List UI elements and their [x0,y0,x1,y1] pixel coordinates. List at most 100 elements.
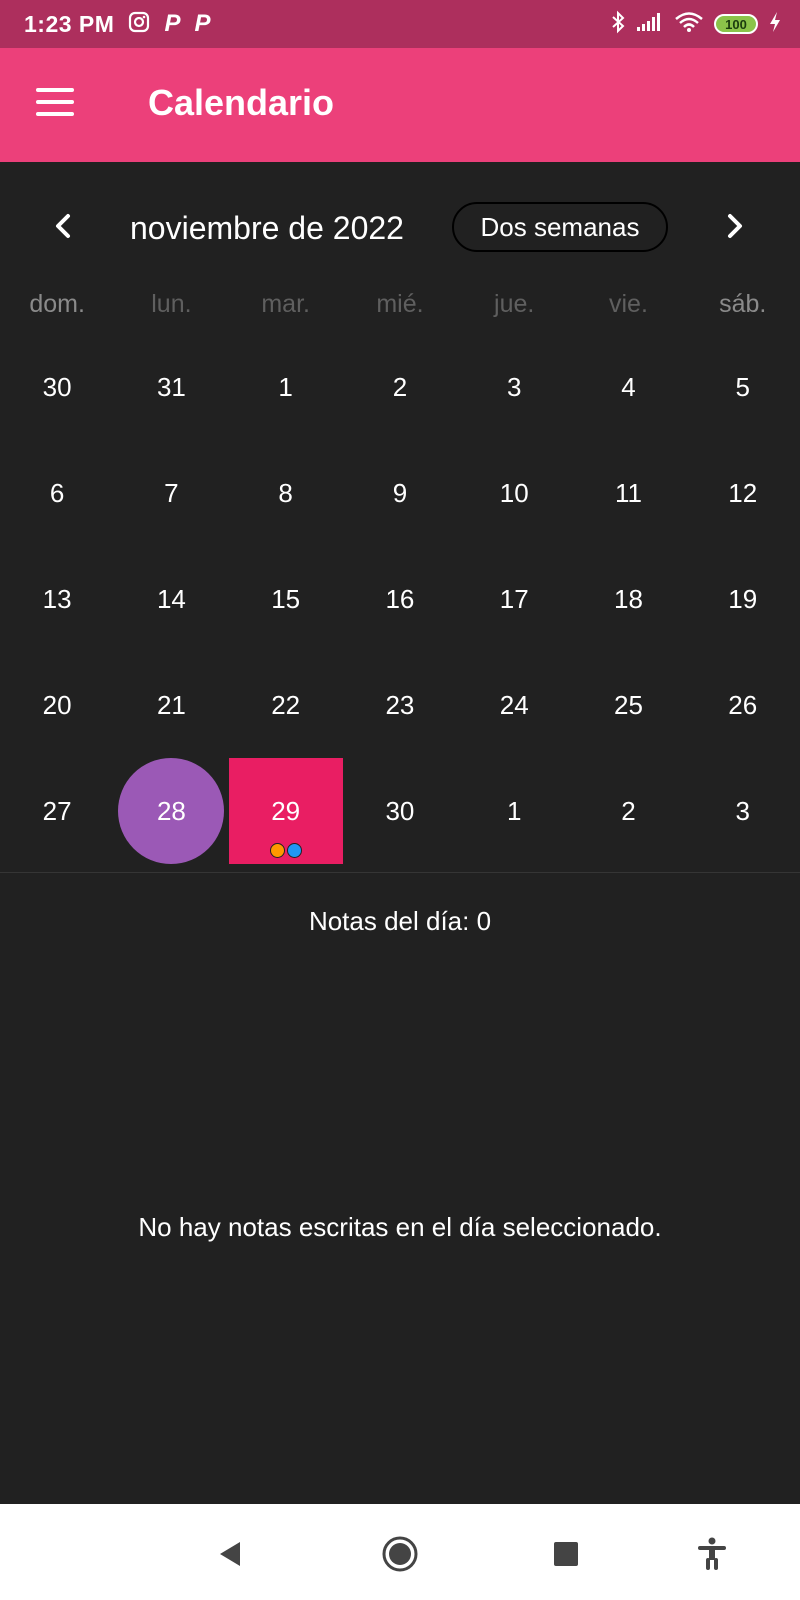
calendar-day[interactable]: 25 [571,652,685,758]
calendar-day[interactable]: 20 [0,652,114,758]
calendar-day[interactable]: 6 [0,440,114,546]
calendar-day[interactable]: 15 [229,546,343,652]
calendar-day[interactable]: 24 [457,652,571,758]
calendar-grid: 30 31 1 2 3 4 5 6 7 8 9 10 11 12 13 14 15 16 17 18 19 20 21 22 2… [0,334,800,864]
calendar-day[interactable]: 30 [343,758,457,864]
weekday-header-row: dom. lun. mar. mié. jue. vie. sáb. [0,290,800,330]
status-time: 1:23 PM [24,10,115,37]
day-number: 19 [728,583,758,614]
signal-icon [636,12,664,37]
calendar-day[interactable]: 11 [571,440,685,546]
day-number: 15 [271,583,301,614]
weekday-label: sáb. [719,290,767,318]
calendar-day[interactable]: 12 [686,440,800,546]
format-toggle-button[interactable]: Dos semanas [452,202,668,252]
day-number: 25 [614,689,643,720]
calendar-day[interactable]: 10 [457,440,571,546]
day-number: 2 [621,795,636,826]
calendar-week-row: 13 14 15 16 17 18 19 [0,546,800,652]
calendar-day[interactable]: 3 [457,334,571,440]
day-number: 26 [728,689,758,720]
app-bar: Calendario [0,48,800,162]
calendar-day[interactable]: 4 [571,334,685,440]
divider [0,872,800,873]
day-number: 18 [614,583,643,614]
page-title: Calendario [148,82,335,123]
day-number: 20 [42,689,72,720]
day-number: 8 [278,477,293,508]
back-icon[interactable] [212,1534,252,1574]
calendar-day[interactable]: 8 [229,440,343,546]
weekday-label: jue. [494,290,535,318]
month-title: noviembre de 2022 [130,210,404,246]
chevron-right-icon[interactable] [712,204,756,248]
calendar-day[interactable]: 22 [229,652,343,758]
day-number: 30 [42,371,72,402]
charging-icon [768,11,782,38]
day-number: 22 [271,689,301,720]
weekday-label: mié. [376,290,424,318]
calendar-day[interactable]: 16 [343,546,457,652]
calendar-day[interactable]: 19 [686,546,800,652]
weekday-label: vie. [609,290,648,318]
day-number: 31 [156,371,186,402]
day-number: 17 [499,583,529,614]
calendar-day[interactable]: 21 [114,652,228,758]
day-number: 1 [278,371,293,402]
day-number: 27 [42,795,72,826]
day-number: 11 [614,477,642,508]
calendar-day[interactable]: 23 [343,652,457,758]
accessibility-icon[interactable] [692,1534,732,1574]
event-markers [229,843,343,858]
day-number: 6 [49,477,65,508]
day-number: 7 [164,477,179,508]
day-number: 13 [42,583,72,614]
calendar-day[interactable]: 17 [457,546,571,652]
calendar-day[interactable]: 14 [114,546,228,652]
recents-icon[interactable] [546,1534,586,1574]
calendar-header: noviembre de 2022 Dos semanas [0,196,800,260]
calendar-day[interactable]: 18 [571,546,685,652]
day-number: 5 [735,371,750,402]
notes-count: Notas del día: 0 [308,906,492,936]
calendar-day[interactable]: 2 [343,334,457,440]
calendar-week-row: 30 31 1 2 3 4 5 [0,334,800,440]
calendar-day[interactable]: 27 [0,758,114,864]
calendar-week-row: 20 21 22 23 24 25 26 [0,652,800,758]
home-icon[interactable] [380,1534,420,1574]
empty-notes-message: No hay notas escritas en el día seleccio… [138,1212,662,1242]
day-number: 23 [385,689,415,720]
calendar-day[interactable]: 2 [571,758,685,864]
battery-icon: 100 [714,14,758,34]
day-number: 4 [621,371,636,402]
hamburger-menu-icon[interactable] [36,88,76,122]
p-icon: P [194,10,211,37]
day-number: 16 [385,583,415,614]
calendar-day[interactable]: 1 [229,334,343,440]
bluetooth-icon [610,10,626,39]
calendar-day[interactable]: 7 [114,440,228,546]
instagram-icon [128,11,150,38]
day-number: 21 [156,689,186,720]
calendar-day[interactable]: 26 [686,652,800,758]
calendar-day[interactable]: 30 [0,334,114,440]
day-number: 2 [392,371,408,402]
day-number: 3 [735,795,750,826]
p-icon: P [164,10,181,37]
calendar-day[interactable]: 5 [686,334,800,440]
calendar-day[interactable]: 29 [228,758,343,864]
calendar-day[interactable]: 9 [343,440,457,546]
calendar-week-row: 6 7 8 9 10 11 12 [0,440,800,546]
chevron-left-icon[interactable] [42,204,86,248]
calendar-day[interactable]: 1 [457,758,571,864]
day-number: 10 [499,477,529,508]
day-number: 28 [156,795,186,826]
day-number: 24 [499,689,529,720]
wifi-icon [674,11,704,38]
calendar-day[interactable]: 3 [686,758,800,864]
calendar-day[interactable]: 31 [114,334,228,440]
calendar-week-row: 27 28 29 30 1 2 3 [0,758,800,864]
status-bar: 1:23 PM P P 100 [0,0,800,48]
calendar-day[interactable]: 28 [114,758,228,864]
calendar-day[interactable]: 13 [0,546,114,652]
